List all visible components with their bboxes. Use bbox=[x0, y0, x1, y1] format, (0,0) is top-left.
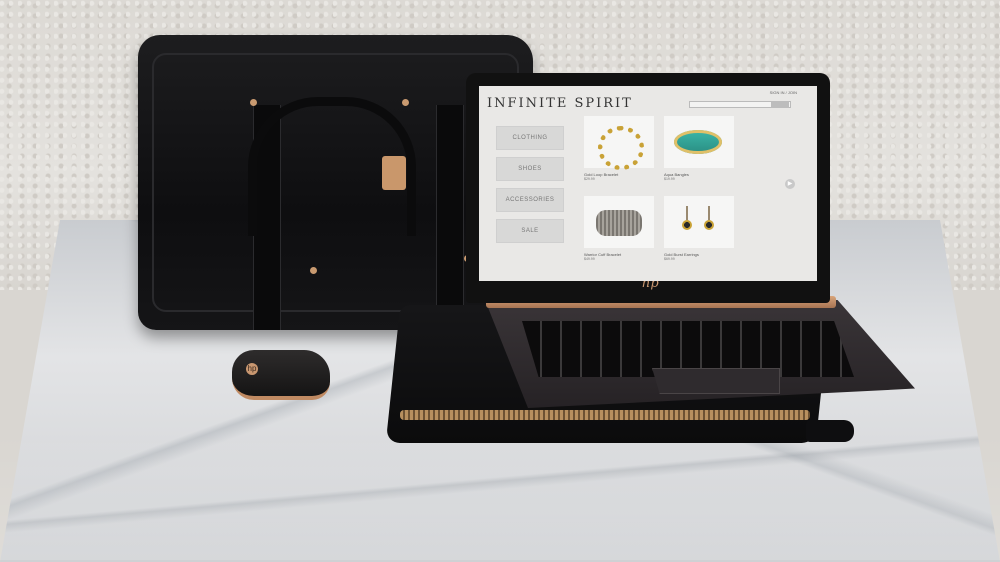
product-price: $19.99 bbox=[664, 177, 675, 181]
hp-logo-icon: hp bbox=[246, 363, 258, 375]
product-image[interactable] bbox=[664, 196, 734, 248]
bracelet-icon bbox=[598, 126, 644, 170]
briefcase-strap-right bbox=[436, 105, 464, 330]
product-price: $29.99 bbox=[584, 177, 595, 181]
rivet-icon bbox=[310, 267, 317, 274]
site-logo[interactable]: INFINITE SPIRIT bbox=[487, 96, 633, 111]
laptop-screen: INFINITE SPIRIT SIGN IN / JOIN CLOTHING … bbox=[479, 86, 817, 281]
next-arrow-icon[interactable]: ▶ bbox=[785, 179, 795, 189]
table-reflection bbox=[0, 430, 1000, 560]
product-image[interactable] bbox=[584, 116, 654, 170]
product-card[interactable]: Warrior Cuff Bracelet $49.99 bbox=[584, 196, 664, 261]
product-price: $69.99 bbox=[664, 257, 675, 261]
product-price: $49.99 bbox=[584, 257, 595, 261]
laptop-touchpad bbox=[652, 368, 780, 394]
menu-item-sale[interactable]: SALE bbox=[496, 219, 564, 243]
product-photo: hp hp INFINITE SPIRIT SIGN IN / JOIN CLO… bbox=[0, 0, 1000, 562]
product-image[interactable] bbox=[664, 116, 734, 168]
briefcase-tag bbox=[382, 156, 406, 190]
rivet-icon bbox=[250, 99, 257, 106]
wireless-mouse: hp bbox=[232, 350, 330, 400]
menu-item-clothing[interactable]: CLOTHING bbox=[496, 126, 564, 150]
bangles-icon bbox=[674, 130, 722, 154]
product-card[interactable]: Gold Burst Earrings $69.99 bbox=[664, 196, 744, 261]
signin-link[interactable]: SIGN IN / JOIN bbox=[770, 90, 797, 95]
menu-item-accessories[interactable]: ACCESSORIES bbox=[496, 188, 564, 212]
rivet-icon bbox=[402, 99, 409, 106]
earring-icon bbox=[704, 206, 714, 238]
earring-icon bbox=[682, 206, 692, 238]
product-image[interactable] bbox=[584, 196, 654, 248]
zipper-pull bbox=[806, 420, 854, 442]
category-menu: CLOTHING SHOES ACCESSORIES SALE bbox=[496, 126, 564, 250]
menu-item-shoes[interactable]: SHOES bbox=[496, 157, 564, 181]
product-card[interactable]: Aqua Bangles $19.99 bbox=[664, 116, 744, 181]
sleeve-zipper bbox=[400, 410, 810, 420]
product-card[interactable]: Gold Loop Bracelet $29.99 bbox=[584, 116, 664, 181]
cuff-icon bbox=[596, 210, 642, 236]
search-button[interactable] bbox=[771, 101, 789, 108]
